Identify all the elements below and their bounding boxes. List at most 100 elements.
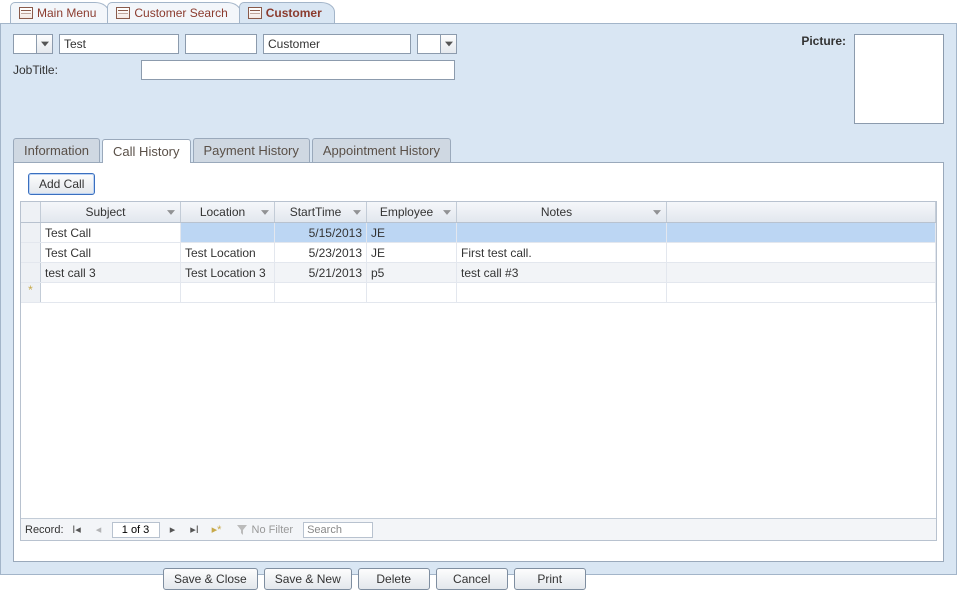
- nav-last-icon[interactable]: ▸I: [186, 522, 204, 538]
- cell[interactable]: [41, 283, 181, 302]
- chevron-down-icon[interactable]: [166, 207, 176, 217]
- column-label: Employee: [380, 205, 433, 219]
- table-row[interactable]: test call 3Test Location 35/21/2013p5tes…: [21, 263, 936, 283]
- nav-next-icon[interactable]: ▸: [164, 522, 182, 538]
- detail-tab-strip: Information Call History Payment History…: [13, 138, 944, 162]
- button-label: Save & New: [275, 572, 341, 586]
- column-header-notes[interactable]: Notes: [457, 202, 667, 222]
- cell[interactable]: [457, 223, 667, 242]
- column-label: Notes: [541, 205, 572, 219]
- row-selector[interactable]: *: [21, 283, 41, 302]
- cell[interactable]: [667, 223, 936, 242]
- print-button[interactable]: Print: [514, 568, 586, 590]
- picture-box[interactable]: [854, 34, 944, 124]
- row-selector[interactable]: [21, 263, 41, 282]
- job-title-label: JobTitle:: [13, 63, 135, 77]
- cell[interactable]: test call 3: [41, 263, 181, 282]
- tab-call-history[interactable]: Call History: [102, 139, 190, 163]
- chevron-down-icon[interactable]: [442, 207, 452, 217]
- cancel-button[interactable]: Cancel: [436, 568, 508, 590]
- window-tab-customer-search[interactable]: Customer Search: [107, 2, 240, 23]
- cell[interactable]: Test Location 3: [181, 263, 275, 282]
- button-label: Add Call: [39, 177, 84, 191]
- filter-indicator[interactable]: No Filter: [236, 524, 294, 536]
- cell[interactable]: [367, 283, 457, 302]
- cell[interactable]: [181, 283, 275, 302]
- nav-first-icon[interactable]: I◂: [68, 522, 86, 538]
- new-record-row[interactable]: *: [21, 283, 936, 303]
- chevron-down-icon[interactable]: [652, 207, 662, 217]
- cell[interactable]: [457, 283, 667, 302]
- job-title-field[interactable]: [141, 60, 455, 80]
- column-header-starttime[interactable]: StartTime: [275, 202, 367, 222]
- cell[interactable]: [181, 223, 275, 242]
- cell[interactable]: p5: [367, 263, 457, 282]
- table-row[interactable]: Test CallTest Location5/23/2013JEFirst t…: [21, 243, 936, 263]
- column-header-employee[interactable]: Employee: [367, 202, 457, 222]
- cell[interactable]: [667, 283, 936, 302]
- funnel-icon: [236, 524, 248, 536]
- window-tab-main-menu[interactable]: Main Menu: [10, 2, 109, 23]
- cell[interactable]: 5/21/2013: [275, 263, 367, 282]
- column-header-location[interactable]: Location: [181, 202, 275, 222]
- nav-prev-icon[interactable]: ◂: [90, 522, 108, 538]
- column-label: Location: [200, 205, 245, 219]
- tab-appointment-history[interactable]: Appointment History: [312, 138, 451, 162]
- row-selector[interactable]: [21, 243, 41, 262]
- form-icon: [116, 7, 130, 19]
- form-footer-buttons: Save & Close Save & New Delete Cancel Pr…: [163, 568, 944, 590]
- record-search-field[interactable]: [303, 522, 373, 538]
- grid-header: Subject Location StartTime Employee: [21, 202, 936, 223]
- grid-body: Test Call5/15/2013JETest CallTest Locati…: [21, 223, 936, 518]
- save-new-button[interactable]: Save & New: [264, 568, 352, 590]
- cell[interactable]: Test Call: [41, 223, 181, 242]
- column-header-subject[interactable]: Subject: [41, 202, 181, 222]
- row-selector[interactable]: [21, 223, 41, 242]
- cell[interactable]: test call #3: [457, 263, 667, 282]
- cell[interactable]: JE: [367, 243, 457, 262]
- window-tab-label: Customer: [266, 6, 322, 20]
- nav-new-icon[interactable]: ▸*: [208, 522, 226, 538]
- last-name-field[interactable]: [263, 34, 411, 54]
- customer-header-row: JobTitle: Picture:: [13, 34, 944, 124]
- chevron-down-icon[interactable]: [36, 35, 52, 53]
- button-label: Save & Close: [174, 572, 247, 586]
- save-close-button[interactable]: Save & Close: [163, 568, 258, 590]
- customer-form: JobTitle: Picture: Information Call Hist…: [0, 24, 957, 575]
- suffix-combo[interactable]: [417, 34, 457, 54]
- add-call-button[interactable]: Add Call: [28, 173, 95, 195]
- cell[interactable]: 5/23/2013: [275, 243, 367, 262]
- record-position-field[interactable]: [112, 522, 160, 538]
- cell[interactable]: First test call.: [457, 243, 667, 262]
- window-tab-label: Customer Search: [134, 6, 227, 20]
- window-tab-customer[interactable]: Customer: [239, 2, 335, 23]
- cell[interactable]: 5/15/2013: [275, 223, 367, 242]
- button-label: Print: [537, 572, 562, 586]
- chevron-down-icon[interactable]: [440, 35, 456, 53]
- prefix-combo[interactable]: [13, 34, 53, 54]
- tab-label: Payment History: [204, 143, 299, 158]
- tab-body-call-history: Add Call Subject Location StartTime: [13, 162, 944, 562]
- button-label: Delete: [376, 572, 411, 586]
- cell[interactable]: [667, 243, 936, 262]
- tab-information[interactable]: Information: [13, 138, 100, 162]
- record-navigator: Record: I◂ ◂ ▸ ▸I ▸* No Filter: [21, 518, 936, 540]
- first-name-field[interactable]: [59, 34, 179, 54]
- select-all-cell[interactable]: [21, 202, 41, 222]
- cell[interactable]: [667, 263, 936, 282]
- delete-button[interactable]: Delete: [358, 568, 430, 590]
- window-tab-strip: Main Menu Customer Search Customer: [0, 0, 957, 24]
- chevron-down-icon[interactable]: [352, 207, 362, 217]
- tab-payment-history[interactable]: Payment History: [193, 138, 310, 162]
- cell[interactable]: [275, 283, 367, 302]
- filter-label: No Filter: [252, 524, 294, 536]
- tab-label: Appointment History: [323, 143, 440, 158]
- chevron-down-icon[interactable]: [260, 207, 270, 217]
- tab-label: Information: [24, 143, 89, 158]
- column-label: StartTime: [290, 205, 342, 219]
- cell[interactable]: JE: [367, 223, 457, 242]
- cell[interactable]: Test Call: [41, 243, 181, 262]
- cell[interactable]: Test Location: [181, 243, 275, 262]
- table-row[interactable]: Test Call 5/15/2013JE: [21, 223, 936, 243]
- middle-name-field[interactable]: [185, 34, 257, 54]
